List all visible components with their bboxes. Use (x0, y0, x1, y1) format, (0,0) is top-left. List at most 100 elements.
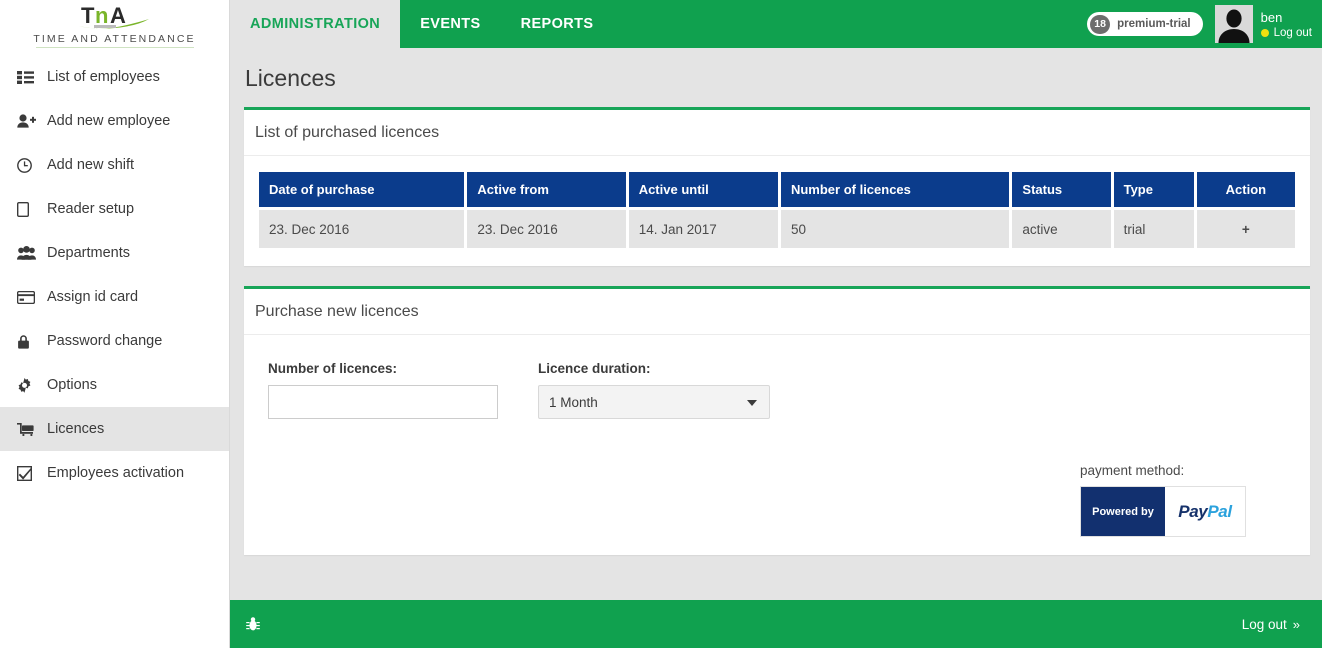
avatar[interactable] (1214, 5, 1253, 43)
sidebar-item-label: Assign id card (47, 288, 139, 305)
list-icon (17, 69, 38, 85)
lock-icon (17, 333, 38, 349)
footer-logout-link[interactable]: Log out » (1242, 617, 1300, 632)
user-name: ben (1260, 9, 1283, 25)
sidebar-item-licences[interactable]: Licences (0, 407, 229, 451)
logo-divider (35, 47, 194, 48)
payment-method-label: payment method: (1080, 463, 1185, 478)
logo-subtitle: TIME AND ATTENDANCE (33, 33, 196, 45)
paypal-powered-label: Powered by (1092, 505, 1154, 518)
licence-duration-group: Licence duration: 1 Month (538, 361, 770, 419)
cart-icon (17, 421, 38, 437)
column-header-active-from[interactable]: Active from (467, 172, 626, 207)
tab-label: EVENTS (420, 16, 481, 32)
table-header-row: Date of purchase Active from Active unti… (259, 172, 1295, 207)
tab-label: REPORTS (520, 16, 594, 32)
main-content: Licences List of purchased licences Date… (230, 48, 1322, 600)
payment-inner: payment method: Powered by Pay Pal (1080, 463, 1246, 537)
paypal-logo: Pay Pal (1165, 487, 1245, 536)
column-header-date-of-purchase[interactable]: Date of purchase (259, 172, 465, 207)
purchased-licences-panel: List of purchased licences Date of purch… (244, 107, 1310, 266)
sidebar-item-password-change[interactable]: Password change (0, 319, 229, 363)
user-meta: ben Log out (1260, 9, 1312, 39)
table-body: 23. Dec 2016 23. Dec 2016 14. Jan 2017 5… (259, 207, 1295, 248)
paypal-pay-text: Pay (1178, 501, 1208, 521)
paypal-powered-section: Powered by (1081, 487, 1165, 536)
cell-action: + (1196, 207, 1295, 248)
plan-badge[interactable]: 18 premium-trial (1087, 12, 1203, 36)
logout-line: Log out (1260, 27, 1312, 39)
check-square-icon (17, 465, 38, 481)
svg-text:T: T (81, 3, 95, 28)
sidebar-item-assign-id-card[interactable]: Assign id card (0, 275, 229, 319)
licence-count-group: Number of licences: (268, 361, 498, 419)
panel-body: Date of purchase Active from Active unti… (244, 156, 1310, 266)
licence-duration-label: Licence duration: (538, 361, 651, 376)
sidebar: T n A TIME AND ATTENDANCE List of employ… (0, 0, 230, 648)
cell-date-of-purchase: 23. Dec 2016 (259, 207, 465, 248)
licences-table: Date of purchase Active from Active unti… (256, 172, 1298, 248)
licence-count-label: Number of licences: (268, 361, 398, 376)
paypal-pal-text: Pal (1207, 501, 1232, 521)
panel-heading: Purchase new licences (244, 289, 1310, 335)
users-icon (17, 245, 38, 261)
sidebar-item-reader-setup[interactable]: Reader setup (0, 187, 229, 231)
sidebar-item-label: Employees activation (47, 464, 185, 481)
licence-duration-select[interactable]: 1 Month (538, 385, 770, 419)
column-header-type[interactable]: Type (1113, 172, 1194, 207)
tab-administration[interactable]: ADMINISTRATION (230, 0, 401, 48)
sidebar-item-label: Licences (47, 420, 105, 437)
column-header-status[interactable]: Status (1012, 172, 1111, 207)
gear-icon (17, 377, 38, 393)
top-navigation-bar: ADMINISTRATION EVENTS REPORTS 18 premium… (230, 0, 1322, 48)
licence-duration-value: 1 Month (549, 394, 598, 410)
svg-text:A: A (110, 3, 126, 28)
sidebar-item-label: List of employees (47, 68, 160, 85)
brand-logo[interactable]: T n A TIME AND ATTENDANCE (0, 0, 229, 48)
logo-mark: T n A (60, 2, 170, 32)
tab-label: ADMINISTRATION (250, 16, 381, 32)
cell-active-until: 14. Jan 2017 (628, 207, 778, 248)
paypal-button[interactable]: Powered by Pay Pal (1080, 486, 1246, 537)
sidebar-item-label: Reader setup (47, 200, 135, 217)
logo-graphic: T n A (78, 3, 149, 29)
tab-reports[interactable]: REPORTS (501, 0, 614, 48)
table-header: Date of purchase Active from Active unti… (259, 172, 1295, 207)
app-root: T n A TIME AND ATTENDANCE List of employ… (0, 0, 1322, 648)
panel-body: Number of licences: Licence duration: 1 … (244, 335, 1310, 555)
tab-events[interactable]: EVENTS (400, 0, 500, 48)
purchase-form: Number of licences: Licence duration: 1 … (256, 351, 1298, 419)
sidebar-item-label: Departments (47, 244, 131, 261)
status-badge: active (1012, 207, 1111, 248)
column-header-active-until[interactable]: Active until (628, 172, 778, 207)
footer-logout-label: Log out (1241, 616, 1287, 632)
sidebar-item-add-new-employee[interactable]: Add new employee (0, 99, 229, 143)
sidebar-item-options[interactable]: Options (0, 363, 229, 407)
logout-link[interactable]: Log out (1274, 27, 1312, 39)
bug-icon[interactable] (246, 616, 260, 632)
purchase-licences-panel: Purchase new licences Number of licences… (244, 286, 1310, 555)
sidebar-item-employees-activation[interactable]: Employees activation (0, 451, 229, 495)
clock-icon (17, 157, 38, 173)
cell-type: trial (1113, 207, 1194, 248)
double-chevron-right-icon: » (1292, 616, 1300, 632)
tablet-icon (17, 201, 38, 217)
sidebar-item-list-of-employees[interactable]: List of employees (0, 55, 229, 99)
table-row: 23. Dec 2016 23. Dec 2016 14. Jan 2017 5… (259, 207, 1295, 248)
sidebar-nav: List of employees Add new employee Add n… (0, 55, 229, 495)
sidebar-item-label: Add new shift (47, 156, 135, 173)
user-plus-icon (17, 113, 38, 129)
svg-text:n: n (95, 3, 108, 28)
panel-heading: List of purchased licences (244, 110, 1310, 156)
licence-count-input[interactable] (268, 385, 498, 419)
column-header-action[interactable]: Action (1196, 172, 1295, 207)
plus-icon[interactable]: + (1242, 222, 1250, 237)
user-area: 18 premium-trial ben Log out (1087, 0, 1312, 48)
sidebar-item-label: Options (47, 376, 97, 393)
plan-name-label: premium-trial (1117, 18, 1191, 30)
column-header-number-of-licences[interactable]: Number of licences (780, 172, 1010, 207)
sidebar-item-add-new-shift[interactable]: Add new shift (0, 143, 229, 187)
plan-count-badge: 18 (1090, 14, 1111, 34)
sidebar-item-departments[interactable]: Departments (0, 231, 229, 275)
avatar-silhouette-icon (1214, 5, 1253, 43)
